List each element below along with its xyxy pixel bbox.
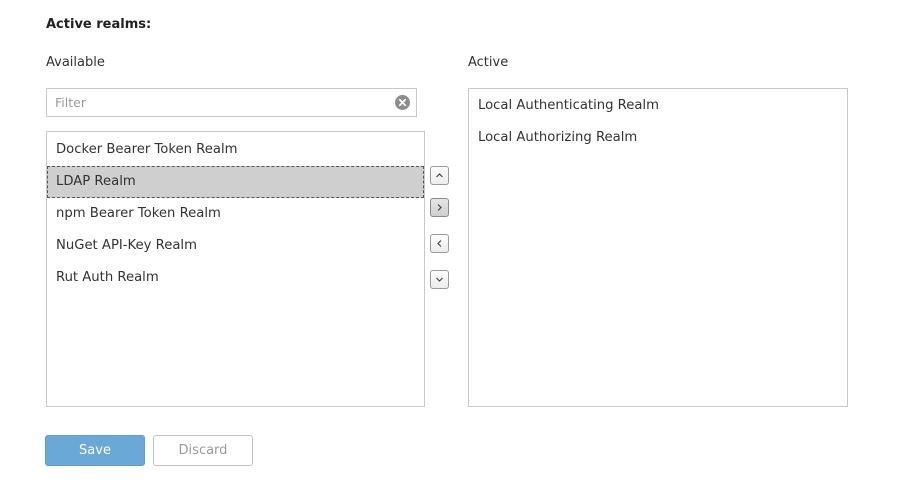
- available-item[interactable]: Docker Bearer Token Realm: [47, 134, 424, 166]
- available-label: Available: [46, 55, 105, 70]
- chevron-left-icon: [437, 240, 442, 247]
- add-to-active-button[interactable]: [430, 198, 449, 217]
- available-item-label: npm Bearer Token Realm: [56, 206, 221, 221]
- move-up-button[interactable]: [430, 166, 449, 185]
- chevron-right-icon: [437, 204, 442, 211]
- remove-from-active-button[interactable]: [430, 234, 449, 253]
- move-down-button[interactable]: [430, 270, 449, 289]
- available-item-label: LDAP Realm: [56, 174, 136, 189]
- chevron-down-icon: [436, 277, 443, 282]
- available-item[interactable]: NuGet API-Key Realm: [47, 230, 424, 262]
- active-realms-list[interactable]: Local Authenticating Realm Local Authori…: [468, 88, 848, 407]
- available-item[interactable]: Rut Auth Realm: [47, 262, 424, 294]
- available-item-label: Docker Bearer Token Realm: [56, 142, 238, 157]
- section-title: Active realms:: [46, 17, 152, 32]
- discard-button[interactable]: Discard: [153, 435, 253, 466]
- available-realms-list[interactable]: Docker Bearer Token Realm LDAP Realm npm…: [46, 131, 425, 407]
- active-item-label: Local Authenticating Realm: [478, 98, 659, 113]
- active-item[interactable]: Local Authenticating Realm: [469, 90, 847, 122]
- filter-field[interactable]: [46, 88, 417, 117]
- filter-input[interactable]: [55, 89, 385, 116]
- active-item-label: Local Authorizing Realm: [478, 130, 638, 145]
- save-button[interactable]: Save: [45, 435, 145, 466]
- available-item[interactable]: npm Bearer Token Realm: [47, 198, 424, 230]
- available-item[interactable]: LDAP Realm: [47, 166, 424, 198]
- active-label: Active: [468, 55, 509, 70]
- realms-panel: Active realms: Available Active Docker B…: [0, 0, 904, 484]
- active-item[interactable]: Local Authorizing Realm: [469, 122, 847, 154]
- chevron-up-icon: [436, 173, 443, 178]
- clear-filter-icon[interactable]: [395, 95, 410, 110]
- available-item-label: Rut Auth Realm: [56, 270, 159, 285]
- available-item-label: NuGet API-Key Realm: [56, 238, 197, 253]
